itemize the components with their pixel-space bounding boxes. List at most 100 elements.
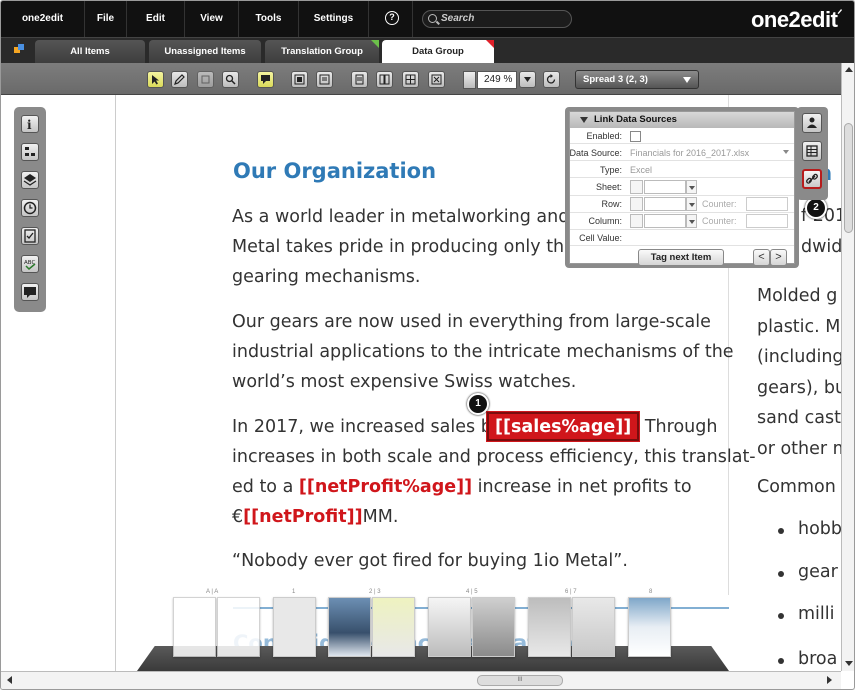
tab-data-group[interactable]: Data Group — [382, 40, 494, 64]
zoom-stepper[interactable] — [463, 71, 476, 89]
vertical-scroll-thumb[interactable] — [844, 123, 853, 233]
page-thumbnail[interactable] — [572, 597, 615, 657]
pointer-icon — [152, 75, 159, 85]
rotate-icon — [546, 74, 556, 84]
sheet-dropdown[interactable] — [686, 180, 697, 194]
layout-button-3[interactable] — [402, 71, 419, 88]
scroll-down-icon[interactable] — [845, 661, 853, 666]
tasks-button[interactable] — [21, 227, 39, 245]
help-icon[interactable]: ? — [385, 11, 399, 25]
enabled-checkbox[interactable] — [630, 131, 641, 142]
next-button[interactable]: > — [770, 249, 787, 266]
link-data-button[interactable] — [802, 169, 822, 189]
row-counter-field[interactable] — [746, 197, 788, 211]
comments-button[interactable] — [21, 283, 39, 301]
page-thumbnail[interactable] — [472, 597, 515, 657]
zoom-input[interactable]: 249 % — [477, 71, 517, 89]
page-thumbnail[interactable] — [628, 597, 671, 657]
page-thumbnail-current[interactable] — [328, 597, 371, 657]
info-button[interactable]: i — [21, 115, 39, 133]
chevron-down-icon[interactable] — [783, 150, 789, 154]
zoom-tool-button[interactable] — [222, 71, 239, 88]
sales-percent-tag[interactable]: [[sales%age]] — [485, 411, 641, 442]
toolbar: 249 % Spread 3 (2, 3) — [1, 63, 854, 95]
comment-tool-button[interactable] — [257, 71, 274, 88]
view-button-1[interactable] — [291, 71, 308, 88]
history-button[interactable] — [21, 199, 39, 217]
text-line: (including — [757, 347, 844, 367]
text-line: increases in both scale and process effi… — [232, 447, 756, 467]
layout-button-1[interactable] — [351, 71, 368, 88]
layers-button[interactable] — [21, 171, 39, 189]
text-line: sand cast — [757, 408, 841, 428]
layout-button-4[interactable] — [428, 71, 445, 88]
scroll-left-icon[interactable] — [7, 676, 12, 684]
spread-selector[interactable]: Spread 3 (2, 3) — [575, 70, 699, 89]
column-dropdown[interactable] — [686, 214, 697, 228]
page-thumbnail-current[interactable] — [372, 597, 415, 657]
spellcheck-button[interactable]: ABC — [21, 255, 39, 273]
datasource-select[interactable]: Financials for 2016_2017.xlsx — [630, 145, 749, 161]
tag-next-item-button[interactable]: Tag next Item — [638, 249, 724, 266]
page-thumbnail[interactable] — [173, 597, 216, 657]
paragraph-1[interactable]: As a world leader in metalworking and m … — [232, 202, 592, 292]
prev-button[interactable]: < — [753, 249, 770, 266]
netprofit-tag[interactable]: [[netProfit]] — [243, 507, 363, 527]
right-paragraph[interactable]: Molded g plastic. M (including gears), b… — [757, 281, 850, 464]
page-thumbnail[interactable] — [428, 597, 471, 657]
horizontal-scrollbar[interactable]: III — [1, 671, 841, 689]
paragraph-2[interactable]: Our gears are now used in everything fro… — [232, 307, 734, 397]
layers-icon — [23, 174, 37, 186]
zoom-dropdown-button[interactable] — [519, 71, 536, 88]
scroll-up-icon[interactable] — [845, 67, 853, 72]
list-item: gear — [798, 562, 838, 582]
row-field[interactable] — [644, 197, 686, 211]
scroll-right-icon[interactable] — [827, 676, 832, 684]
rotate-button[interactable] — [543, 71, 560, 88]
netprofit-percent-tag[interactable]: [[netProfit%age]] — [299, 477, 472, 497]
sheet-stepper[interactable] — [630, 180, 643, 194]
tab-unassigned-items[interactable]: Unassigned Items — [149, 40, 261, 64]
search-input[interactable]: Search — [422, 10, 572, 28]
quote-paragraph[interactable]: “Nobody ever got fired for buying 1io Me… — [232, 546, 628, 576]
section-heading[interactable]: Our Organization — [233, 159, 436, 183]
select-tool-button[interactable] — [147, 71, 164, 88]
menu-file[interactable]: File — [85, 1, 127, 37]
column-field[interactable] — [644, 214, 686, 228]
page-edge — [115, 95, 116, 671]
edit-tool-button[interactable] — [171, 71, 188, 88]
row-stepper[interactable] — [630, 197, 643, 211]
menu-view[interactable]: View — [185, 1, 239, 37]
text-run: increase in net profits to — [472, 477, 692, 497]
row-dropdown[interactable] — [686, 197, 697, 211]
vertical-scrollbar[interactable] — [841, 63, 854, 671]
tab-all-items[interactable]: All Items — [35, 40, 145, 64]
menu-app[interactable]: one2edit — [1, 1, 85, 37]
text-line: As a world leader in metalworking and m — [232, 207, 592, 227]
page-thumbnail[interactable] — [273, 597, 316, 657]
thumb-label: A | A — [206, 589, 219, 595]
workspace-icon[interactable] — [14, 44, 25, 55]
menu-settings[interactable]: Settings — [299, 1, 369, 37]
sheet-field[interactable] — [644, 180, 686, 194]
menu-edit[interactable]: Edit — [127, 1, 185, 37]
link-data-sources-panel: Link Data Sources Enabled: Data Source: … — [565, 107, 799, 268]
hierarchy-button[interactable] — [21, 143, 39, 161]
column-stepper[interactable] — [630, 214, 643, 228]
frame-tool-button[interactable] — [197, 71, 214, 88]
table-button[interactable] — [802, 141, 822, 161]
page-thumbnail[interactable] — [217, 597, 260, 657]
tab-translation-group[interactable]: Translation Group — [265, 40, 379, 64]
grid-icon — [405, 74, 416, 85]
search-icon — [428, 14, 437, 23]
column-counter-field[interactable] — [746, 214, 788, 228]
horizontal-scroll-thumb[interactable]: III — [477, 675, 563, 686]
panel-title[interactable]: Link Data Sources — [570, 112, 794, 128]
view-button-2[interactable] — [316, 71, 333, 88]
layout-button-2[interactable] — [376, 71, 393, 88]
person-button[interactable] — [802, 113, 822, 133]
menu-tools[interactable]: Tools — [239, 1, 299, 37]
page-thumbnail[interactable] — [528, 597, 571, 657]
text-line: or other m — [757, 438, 850, 459]
tab-label: All Items — [70, 46, 110, 57]
